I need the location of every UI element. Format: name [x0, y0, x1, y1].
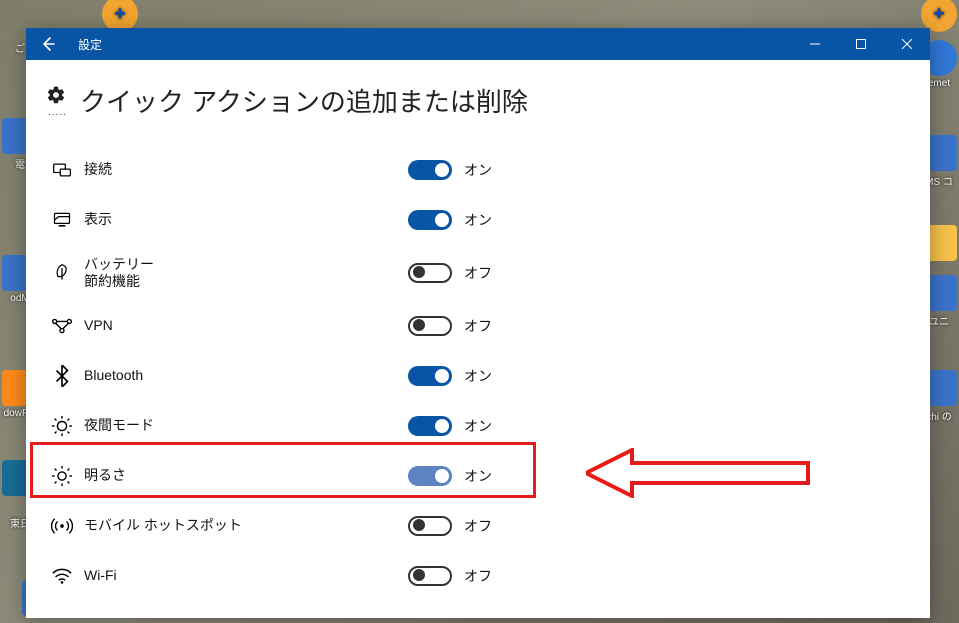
toggle-connect[interactable] — [408, 160, 452, 180]
bluetooth-icon — [46, 365, 78, 387]
toggle-hotspot[interactable] — [408, 516, 452, 536]
maximize-button[interactable] — [838, 28, 884, 60]
battery-leaf-icon — [46, 262, 78, 284]
option-label: 明るさ — [78, 467, 408, 485]
close-button[interactable] — [884, 28, 930, 60]
connect-icon — [46, 160, 78, 180]
page-heading: クイック アクションの追加または削除 — [80, 82, 528, 119]
toggle-battery-saver[interactable] — [408, 263, 452, 283]
heading-icon-col: ..... — [46, 83, 80, 118]
hotspot-icon — [46, 516, 78, 536]
toggle-bluetooth[interactable] — [408, 366, 452, 386]
settings-window: 設定 ..... クイック アクションの追加または削除 接続 — [26, 28, 930, 618]
option-label: 表示 — [78, 211, 408, 229]
window-title: 設定 — [70, 36, 102, 53]
brightness-icon — [46, 465, 78, 487]
option-brightness: 明るさ オン — [46, 451, 922, 501]
close-icon — [902, 39, 912, 49]
toggle-night-mode[interactable] — [408, 416, 452, 436]
toggle-state: オフ — [464, 316, 492, 336]
heading-dots: ..... — [48, 107, 80, 118]
option-label: Wi-Fi — [78, 567, 408, 585]
toggle-state: オフ — [464, 516, 492, 536]
arrow-left-icon — [40, 36, 56, 52]
display-icon — [46, 210, 78, 230]
titlebar: 設定 — [26, 28, 930, 60]
toggle-state: オン — [464, 416, 492, 436]
back-button[interactable] — [26, 28, 70, 60]
option-connect: 接続 オン — [46, 145, 922, 195]
toggle-vpn[interactable] — [408, 316, 452, 336]
option-label: Bluetooth — [78, 367, 408, 385]
toggle-display[interactable] — [408, 210, 452, 230]
option-wifi: Wi-Fi オフ — [46, 551, 922, 601]
toggle-state: オン — [464, 466, 492, 486]
content-area: ..... クイック アクションの追加または削除 接続 オン 表示 オン — [26, 60, 930, 618]
option-label: 夜間モード — [78, 417, 408, 435]
toggle-state: オン — [464, 210, 492, 230]
night-mode-icon — [46, 415, 78, 437]
toggle-state: オフ — [464, 566, 492, 586]
option-night-mode: 夜間モード オン — [46, 401, 922, 451]
toggle-wifi[interactable] — [408, 566, 452, 586]
minimize-button[interactable] — [792, 28, 838, 60]
option-bluetooth: Bluetooth オン — [46, 351, 922, 401]
toggle-state: オン — [464, 366, 492, 386]
vpn-icon — [46, 317, 78, 335]
toggle-state: オフ — [464, 263, 492, 283]
option-display: 表示 オン — [46, 195, 922, 245]
toggle-brightness[interactable] — [408, 466, 452, 486]
option-label: VPN — [78, 317, 408, 335]
option-hotspot: モバイル ホットスポット オフ — [46, 501, 922, 551]
option-label: 接続 — [78, 161, 408, 179]
option-battery-saver: バッテリー 節約機能 オフ — [46, 245, 922, 301]
gear-icon — [46, 85, 66, 105]
wifi-icon — [46, 567, 78, 585]
option-label: バッテリー 節約機能 — [78, 256, 408, 291]
toggle-state: オン — [464, 160, 492, 180]
option-label: モバイル ホットスポット — [78, 517, 408, 535]
maximize-icon — [856, 39, 866, 49]
minimize-icon — [810, 39, 820, 49]
option-vpn: VPN オフ — [46, 301, 922, 351]
